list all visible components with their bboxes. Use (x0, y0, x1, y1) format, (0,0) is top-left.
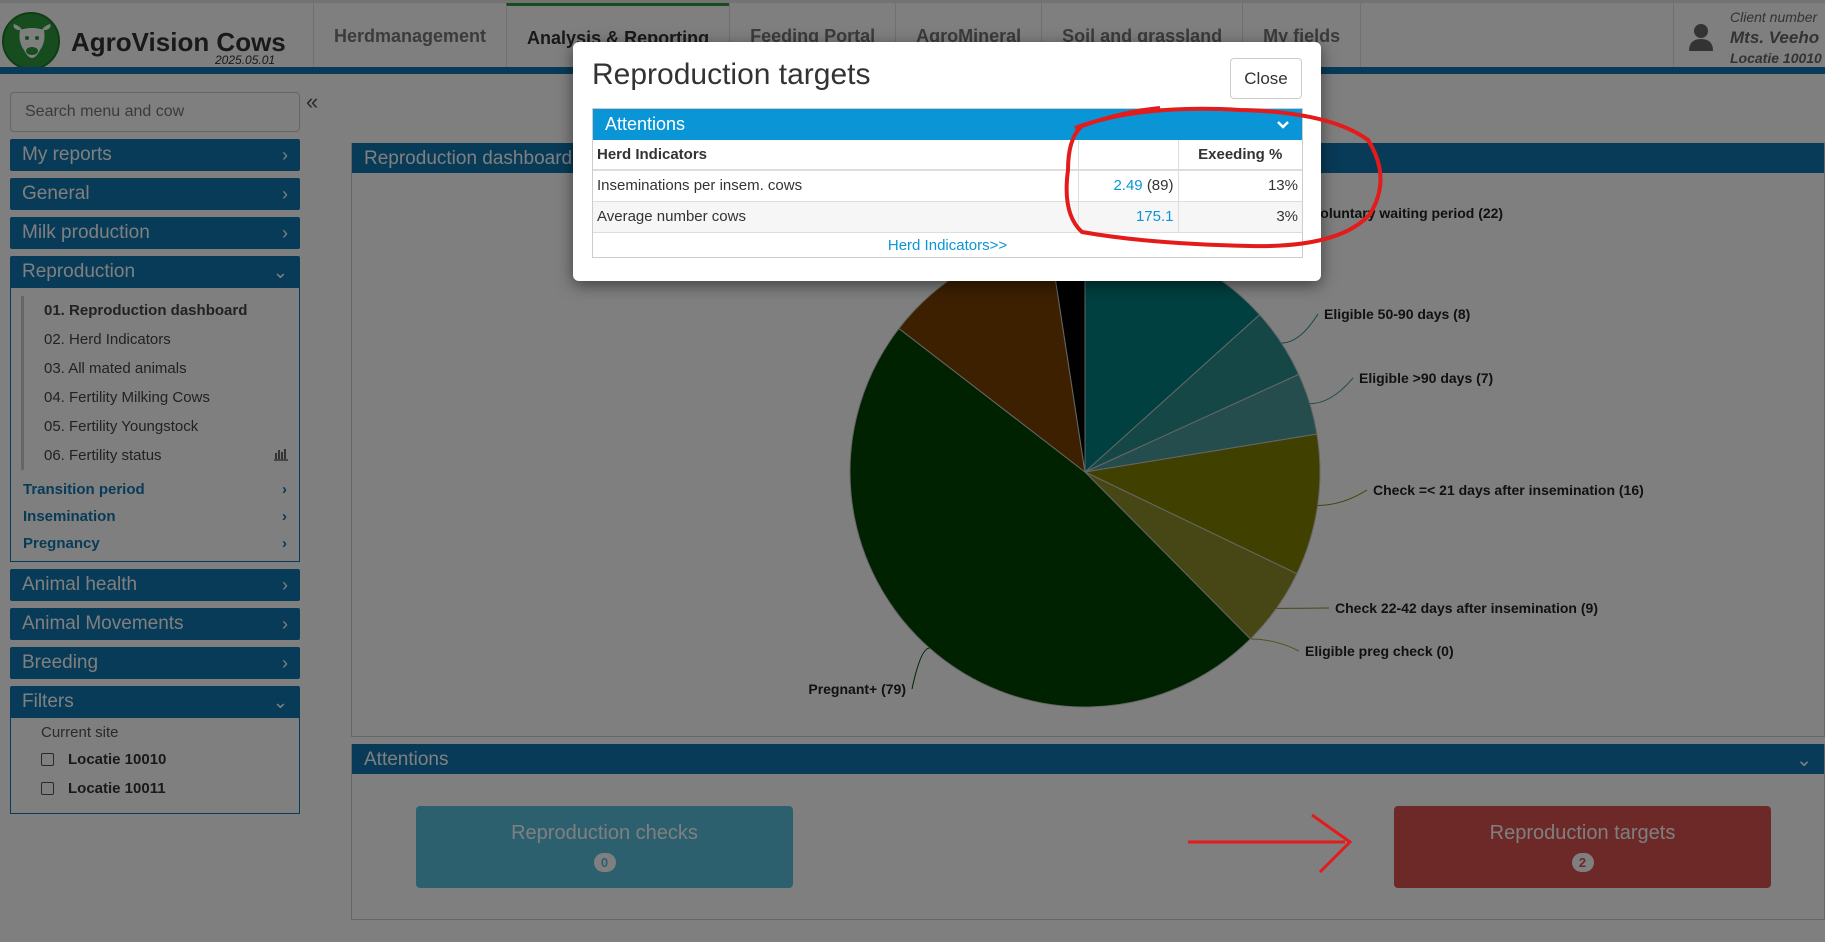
attentions-box-header[interactable]: Attentions (593, 109, 1302, 140)
modal-title: Reproduction targets (592, 58, 871, 91)
indicator-value-cell: 2.49 (89) (1077, 170, 1178, 202)
close-button[interactable]: Close (1230, 58, 1302, 99)
indicator-value-link[interactable]: 175.1 (1136, 208, 1174, 225)
col-header: Herd Indicators (593, 140, 1078, 171)
attentions-box-title: Attentions (605, 114, 686, 134)
indicator-name: Inseminations per insem. cows (593, 170, 1078, 202)
herd-indicators-table: Herd Indicators Exeeding % Inseminations… (593, 140, 1302, 233)
indicator-extra: (89) (1146, 177, 1174, 195)
exceeding-percent: 13% (1177, 170, 1302, 202)
herd-indicators-link[interactable]: Herd Indicators>> (593, 233, 1302, 254)
chevron-down-icon (1277, 121, 1289, 129)
indicator-value-link[interactable]: 2.49 (1113, 177, 1142, 194)
table-header-row: Herd Indicators Exeeding % (593, 140, 1302, 171)
table-row: Inseminations per insem. cows 2.49 (89) … (593, 170, 1302, 202)
indicator-value-cell: 175.1 (1077, 201, 1178, 233)
exceeding-percent: 3% (1177, 201, 1302, 233)
table-row: Average number cows 175.1 3% (593, 201, 1302, 233)
reproduction-targets-modal: Reproduction targets Close Attentions He… (573, 42, 1321, 281)
indicator-name: Average number cows (593, 201, 1078, 233)
col-header: Exeeding % (1177, 140, 1302, 171)
attentions-box: Attentions Herd Indicators Exeeding % In… (592, 108, 1303, 258)
col-header (1077, 140, 1178, 171)
